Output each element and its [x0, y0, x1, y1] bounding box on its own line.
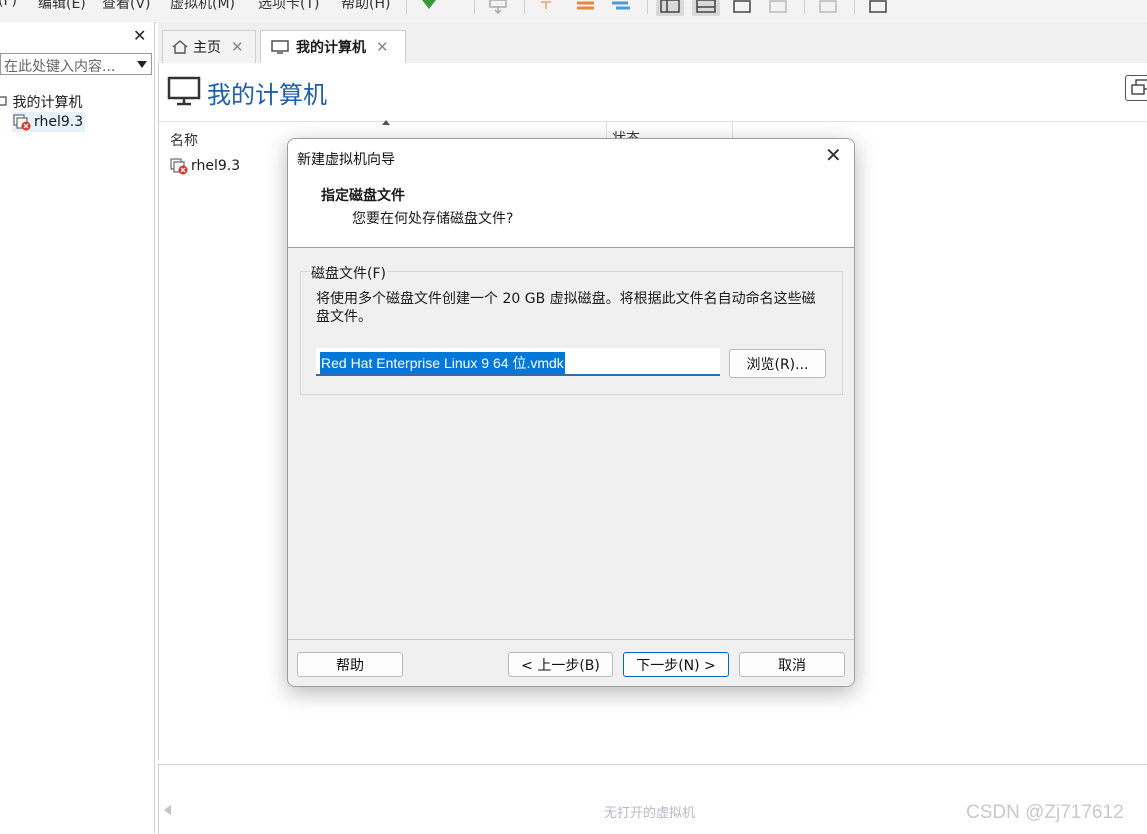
- library-search-input[interactable]: 在此处键入内容...: [0, 53, 152, 75]
- home-icon: [172, 40, 188, 54]
- column-header-name[interactable]: 名称: [170, 130, 198, 150]
- vm-error-icon: [170, 158, 188, 175]
- menu-tabs[interactable]: 选项卡(T): [258, 0, 319, 13]
- tree-item-label: rhel9.3: [34, 114, 84, 130]
- toolbar-separator: [474, 0, 475, 14]
- scroll-left-icon[interactable]: [164, 805, 171, 815]
- dialog-heading: 指定磁盘文件: [321, 188, 405, 204]
- dialog-close-icon[interactable]: ✕: [825, 145, 842, 165]
- thumbnail-view-icon: [696, 0, 716, 13]
- play-icon: [422, 0, 436, 9]
- console-view-button[interactable]: [814, 0, 842, 16]
- menu-edit[interactable]: 编辑(E): [38, 0, 86, 13]
- next-button[interactable]: 下一步(N) >: [623, 652, 729, 677]
- fullscreen-button[interactable]: [728, 0, 756, 16]
- tab-home[interactable]: 主页 ✕: [162, 30, 256, 63]
- menu-view[interactable]: 查看(V): [102, 0, 151, 13]
- view-options-icon: [1131, 79, 1147, 95]
- fullscreen-icon: [733, 0, 751, 13]
- no-open-vms-message: 无打开的虚拟机: [604, 806, 696, 821]
- library-view-icon: [660, 0, 680, 13]
- console-icon: [819, 0, 837, 13]
- dialog-titlebar[interactable]: 新建虚拟机向导 ✕: [288, 139, 854, 176]
- tree-item-my-computer[interactable]: 我的计算机: [0, 92, 82, 112]
- tab-label: 我的计算机: [296, 40, 366, 56]
- group-description: 将使用多个磁盘文件创建一个 20 GB 虚拟磁盘。将根据此文件名自动命名这些磁盘…: [316, 291, 816, 325]
- toolbar-separator: [804, 0, 805, 14]
- back-button[interactable]: < 上一步(B): [508, 652, 613, 677]
- dialog-title: 新建虚拟机向导: [297, 152, 395, 168]
- tab-label: 主页: [193, 40, 221, 56]
- keyboard-icon: [489, 0, 507, 15]
- vm-name-cell: rhel9.3: [191, 158, 241, 174]
- new-vm-wizard-dialog: 新建虚拟机向导 ✕ 指定磁盘文件 您要在何处存储磁盘文件? 磁盘文件(F) 将使…: [287, 138, 855, 687]
- library-pane: ✕ 在此处键入内容... 我的计算机 rhel9.3: [0, 22, 155, 833]
- browse-button[interactable]: 浏览(R)...: [729, 349, 826, 378]
- watermark: CSDN @Zj717612: [966, 802, 1124, 823]
- disk-file-input[interactable]: Red Hat Enterprise Linux 9 64 位.vmdk: [316, 348, 720, 376]
- cancel-button[interactable]: 取消: [739, 652, 845, 677]
- view-options-button[interactable]: [1125, 75, 1147, 101]
- computer-icon: [271, 40, 289, 54]
- tree-item-label: 我的计算机: [12, 95, 83, 111]
- help-button[interactable]: 帮助: [297, 652, 403, 677]
- group-label: 磁盘文件(F): [310, 263, 387, 283]
- tab-close-icon[interactable]: ✕: [231, 38, 244, 56]
- snapshot-button[interactable]: [535, 0, 563, 16]
- page-title: 我的计算机: [207, 81, 327, 109]
- tab-close-icon[interactable]: ✕: [376, 38, 389, 56]
- tab-my-computer[interactable]: 我的计算机 ✕: [260, 30, 406, 63]
- toolbar-separator: [647, 0, 648, 14]
- menu-vm[interactable]: 虚拟机(M): [170, 0, 235, 13]
- tree-item-vm[interactable]: rhel9.3: [12, 112, 86, 132]
- dropdown-arrow-icon[interactable]: [137, 61, 147, 68]
- unity-icon: [769, 0, 787, 13]
- power-on-button[interactable]: [418, 0, 446, 16]
- revert-snapshot-button[interactable]: [572, 0, 600, 16]
- dialog-header: 指定磁盘文件 您要在何处存储磁盘文件?: [288, 176, 854, 248]
- toolbar-separator: [406, 0, 407, 14]
- snapshot-icon: [541, 1, 551, 9]
- computer-icon: [0, 96, 7, 106]
- search-placeholder: 在此处键入内容...: [4, 59, 116, 75]
- toolbar-separator: [524, 0, 525, 14]
- view-thumbnail-button[interactable]: [692, 0, 720, 16]
- stretch-icon: [869, 0, 887, 13]
- table-row[interactable]: rhel9.3: [169, 157, 240, 175]
- snapshot-manager-button[interactable]: [608, 0, 636, 16]
- disk-file-value: Red Hat Enterprise Linux 9 64 位.vmdk: [320, 352, 565, 374]
- dialog-subheading: 您要在何处存储磁盘文件?: [352, 211, 514, 227]
- unity-button[interactable]: [764, 0, 792, 16]
- view-library-button[interactable]: [656, 0, 684, 16]
- snapshot-manager-icon: [612, 1, 630, 10]
- menu-file[interactable]: (F): [0, 0, 17, 9]
- tab-strip: 主页 ✕ 我的计算机 ✕: [158, 22, 1147, 63]
- stretch-button[interactable]: [864, 0, 892, 16]
- computer-icon: [167, 76, 201, 106]
- menubar: (F) 编辑(E) 查看(V) 虚拟机(M) 选项卡(T) 帮助(H): [0, 0, 1147, 23]
- revert-icon: [577, 1, 594, 10]
- toolbar-separator: [854, 0, 855, 14]
- menu-help[interactable]: 帮助(H): [341, 0, 390, 13]
- send-keys-button[interactable]: [486, 0, 514, 16]
- sort-ascending-icon: [382, 120, 390, 125]
- vm-error-icon: [13, 114, 31, 131]
- library-close-icon[interactable]: ✕: [133, 26, 146, 45]
